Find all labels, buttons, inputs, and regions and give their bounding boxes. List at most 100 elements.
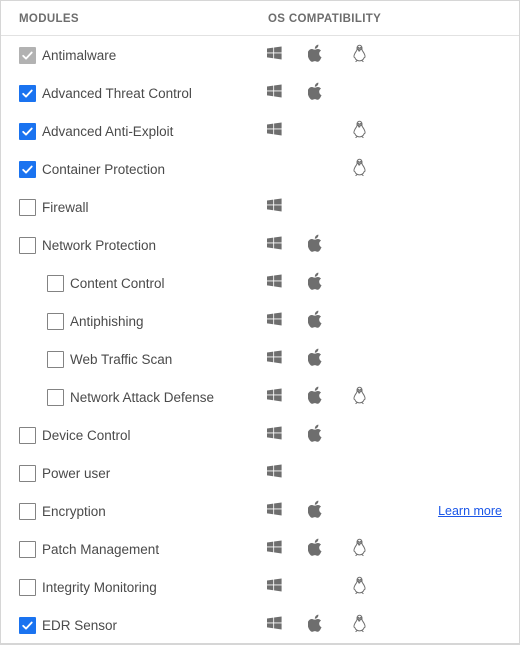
apple-icon xyxy=(308,310,330,332)
row-content: Power user xyxy=(1,454,519,492)
apple-icon xyxy=(308,424,330,446)
module-label: Content Control xyxy=(70,276,165,291)
module-label: Web Traffic Scan xyxy=(70,352,173,367)
module-checkbox[interactable] xyxy=(19,199,36,216)
module-checkbox[interactable] xyxy=(47,313,64,330)
row-content: Antiphishing xyxy=(1,302,519,340)
table-row[interactable]: Firewall xyxy=(1,188,519,226)
row-content: Network Protection xyxy=(1,226,519,264)
module-checkbox[interactable] xyxy=(19,85,36,102)
row-content: Container Protection xyxy=(1,150,519,188)
row-content: Content Control xyxy=(1,264,519,302)
module-label: Advanced Anti-Exploit xyxy=(42,124,174,139)
module-label: EDR Sensor xyxy=(42,618,118,633)
table-row[interactable]: Network Attack Defense xyxy=(1,378,519,416)
apple-icon xyxy=(308,272,330,294)
row-content: Advanced Threat Control xyxy=(1,74,519,112)
windows-icon xyxy=(265,44,287,66)
module-checkbox[interactable] xyxy=(19,579,36,596)
module-label: Network Attack Defense xyxy=(70,390,215,405)
modules-os-compatibility-panel: MODULES OS COMPATIBILITY Antimalware Adva… xyxy=(0,0,520,645)
table-row[interactable]: Advanced Anti-Exploit xyxy=(1,112,519,150)
linux-icon xyxy=(351,576,373,598)
table-row[interactable]: Antiphishing xyxy=(1,302,519,340)
apple-icon xyxy=(308,386,330,408)
windows-icon xyxy=(265,310,287,332)
linux-icon xyxy=(351,538,373,560)
windows-icon xyxy=(265,82,287,104)
table-row[interactable]: Device Control xyxy=(1,416,519,454)
table-row[interactable]: Antimalware xyxy=(1,36,519,74)
table-row[interactable]: Power user xyxy=(1,454,519,492)
row-content: Integrity Monitoring xyxy=(1,568,519,606)
windows-icon xyxy=(265,462,287,484)
windows-icon xyxy=(265,120,287,142)
module-label: Firewall xyxy=(42,200,89,215)
module-label: Device Control xyxy=(42,428,131,443)
module-label: Antiphishing xyxy=(70,314,144,329)
windows-icon xyxy=(265,272,287,294)
table-row[interactable]: Patch Management xyxy=(1,530,519,568)
table-header: MODULES OS COMPATIBILITY xyxy=(1,1,519,36)
linux-icon xyxy=(351,614,373,636)
apple-icon xyxy=(308,500,330,522)
module-checkbox[interactable] xyxy=(19,161,36,178)
apple-icon xyxy=(308,82,330,104)
apple-icon xyxy=(308,348,330,370)
module-label: Integrity Monitoring xyxy=(42,580,157,595)
linux-icon xyxy=(351,158,373,180)
module-checkbox[interactable] xyxy=(19,123,36,140)
table-row[interactable]: Integrity Monitoring xyxy=(1,568,519,606)
module-checkbox[interactable] xyxy=(19,617,36,634)
module-checkbox[interactable] xyxy=(47,275,64,292)
module-label: Patch Management xyxy=(42,542,160,557)
module-checkbox[interactable] xyxy=(19,465,36,482)
table-row[interactable]: Content Control xyxy=(1,264,519,302)
windows-icon xyxy=(265,576,287,598)
panel-bottom-divider xyxy=(1,643,519,644)
row-content: Advanced Anti-Exploit xyxy=(1,112,519,150)
module-checkbox[interactable] xyxy=(19,427,36,444)
modules-list: Antimalware Advanced Threat Control Advanc… xyxy=(1,36,519,644)
module-checkbox[interactable] xyxy=(19,541,36,558)
module-label: Container Protection xyxy=(42,162,166,177)
module-checkbox[interactable] xyxy=(19,503,36,520)
windows-icon xyxy=(265,386,287,408)
row-content: EDR Sensor xyxy=(1,606,519,644)
learn-more-link[interactable]: Learn more xyxy=(438,504,502,518)
table-row[interactable]: Encryption Learn more xyxy=(1,492,519,530)
row-content: Encryption Learn more xyxy=(1,492,519,530)
row-content: Network Attack Defense xyxy=(1,378,519,416)
column-header-os-compatibility: OS COMPATIBILITY xyxy=(268,13,382,25)
row-content: Patch Management xyxy=(1,530,519,568)
windows-icon xyxy=(265,348,287,370)
table-row[interactable]: Web Traffic Scan xyxy=(1,340,519,378)
module-checkbox[interactable] xyxy=(19,237,36,254)
module-label: Advanced Threat Control xyxy=(42,86,192,101)
windows-icon xyxy=(265,614,287,636)
apple-icon xyxy=(308,538,330,560)
windows-icon xyxy=(265,500,287,522)
row-content: Web Traffic Scan xyxy=(1,340,519,378)
row-content: Antimalware xyxy=(1,36,519,74)
module-label: Power user xyxy=(42,466,111,481)
windows-icon xyxy=(265,196,287,218)
windows-icon xyxy=(265,234,287,256)
table-row[interactable]: Container Protection xyxy=(1,150,519,188)
row-content: Device Control xyxy=(1,416,519,454)
windows-icon xyxy=(265,538,287,560)
module-checkbox[interactable] xyxy=(47,351,64,368)
module-label: Network Protection xyxy=(42,238,157,253)
linux-icon xyxy=(351,120,373,142)
linux-icon xyxy=(351,386,373,408)
table-row[interactable]: Advanced Threat Control xyxy=(1,74,519,112)
table-row[interactable]: Network Protection xyxy=(1,226,519,264)
column-header-modules: MODULES xyxy=(19,13,79,25)
module-checkbox xyxy=(19,47,36,64)
apple-icon xyxy=(308,44,330,66)
module-checkbox[interactable] xyxy=(47,389,64,406)
table-row[interactable]: EDR Sensor xyxy=(1,606,519,644)
row-content: Firewall xyxy=(1,188,519,226)
apple-icon xyxy=(308,234,330,256)
apple-icon xyxy=(308,614,330,636)
